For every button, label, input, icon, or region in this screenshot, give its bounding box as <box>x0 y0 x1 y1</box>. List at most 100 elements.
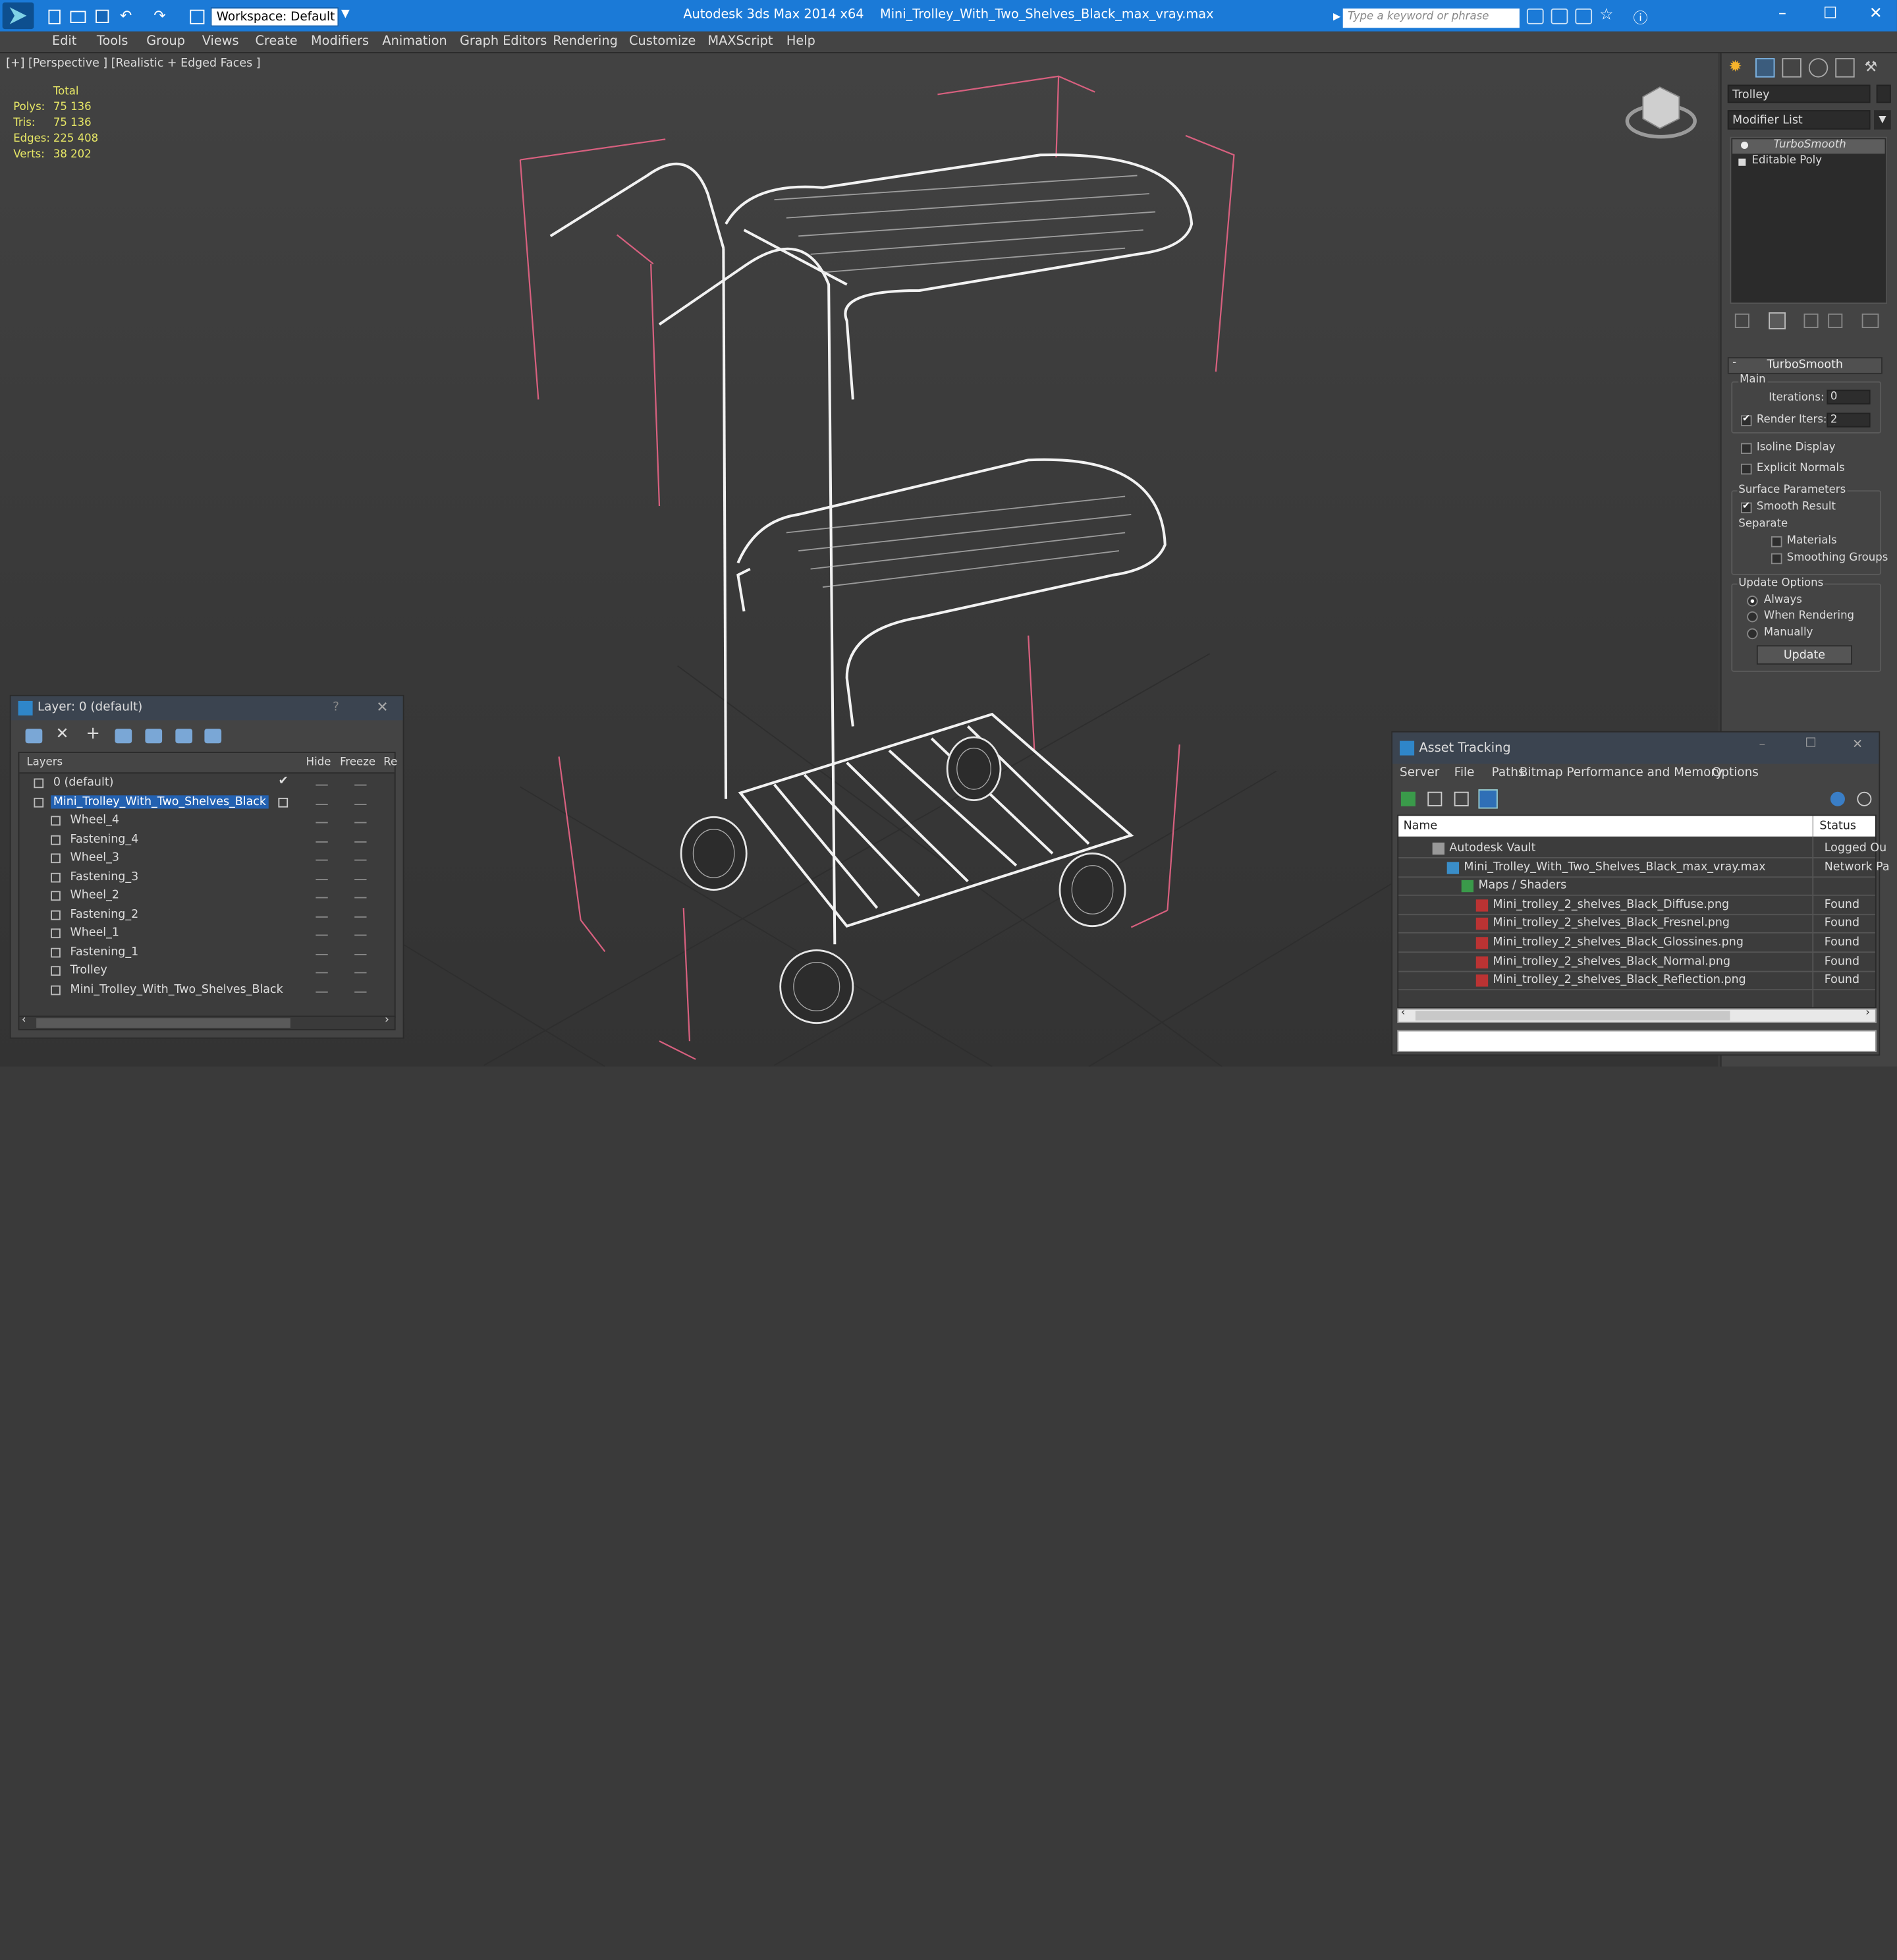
delete-layer-icon[interactable]: ✕ <box>55 725 69 744</box>
iterations-spinner[interactable]: 0 <box>1827 389 1871 405</box>
scroll-left-icon[interactable]: ‹ <box>22 1015 26 1026</box>
create-layer-icon[interactable] <box>25 729 43 744</box>
asset-list-icon[interactable] <box>1427 791 1443 806</box>
hierarchy-tab-icon[interactable] <box>1782 58 1801 78</box>
rollout-collapse-icon[interactable]: - <box>1732 357 1736 369</box>
menu-views[interactable]: Views <box>202 34 239 48</box>
asset-close-button[interactable]: ✕ <box>1852 737 1863 752</box>
manually-radio[interactable] <box>1747 628 1758 640</box>
show-end-result-icon[interactable] <box>1769 312 1786 329</box>
always-radio[interactable] <box>1747 596 1758 607</box>
asset-menu-server[interactable]: Server <box>1400 766 1439 779</box>
layer-help-button[interactable]: ? <box>333 701 339 714</box>
hide-toggle[interactable] <box>316 822 328 824</box>
asset-menu-file[interactable]: File <box>1454 766 1475 779</box>
key-icon[interactable] <box>1551 8 1568 24</box>
menu-help[interactable]: Help <box>786 34 815 48</box>
communication-icon[interactable] <box>1575 8 1593 24</box>
asset-row[interactable]: Mini_trolley_2_shelves_Black_Fresnel.png… <box>1398 916 1875 934</box>
freeze-toggle[interactable] <box>354 841 367 842</box>
hide-toggle[interactable] <box>316 784 328 786</box>
asset-maximize-button[interactable]: ☐ <box>1805 736 1816 750</box>
layer-row[interactable]: Fastening_2 <box>19 906 389 924</box>
col-freeze[interactable]: Freeze <box>340 756 375 768</box>
layer-scroll-thumb[interactable] <box>36 1018 290 1028</box>
hide-toggle[interactable] <box>316 841 328 842</box>
render-iters-spinner[interactable]: 2 <box>1827 412 1871 428</box>
stack-item-editable-poly[interactable]: Editable Poly <box>1732 155 1884 169</box>
binoculars-icon[interactable] <box>1526 8 1544 24</box>
col-hide[interactable]: Hide <box>306 756 331 768</box>
menu-animation[interactable]: Animation <box>382 34 447 48</box>
freeze-toggle[interactable] <box>354 897 367 899</box>
asset-row[interactable]: Autodesk Vault Logged Ou <box>1398 840 1886 858</box>
close-button[interactable]: ✕ <box>1869 5 1883 23</box>
object-name-field[interactable]: Trolley <box>1727 84 1871 103</box>
layer-scrollbar[interactable]: ‹ › <box>18 1015 396 1030</box>
asset-row[interactable]: Mini_trolley_2_shelves_Black_Reflection.… <box>1398 972 1875 991</box>
materials-checkbox[interactable] <box>1771 536 1782 547</box>
menu-tools[interactable]: Tools <box>97 34 128 48</box>
freeze-toggle[interactable] <box>354 916 367 917</box>
menu-modifiers[interactable]: Modifiers <box>311 34 369 48</box>
modifier-list-arrow-icon[interactable]: ▼ <box>1874 110 1891 130</box>
update-button[interactable]: Update <box>1756 645 1852 665</box>
asset-row[interactable]: Mini_trolley_2_shelves_Black_Normal.png F… <box>1398 953 1875 972</box>
search-arrow-icon[interactable]: ▶ <box>1333 11 1340 22</box>
asset-minimize-button[interactable]: – <box>1759 737 1766 752</box>
menu-rendering[interactable]: Rendering <box>553 34 617 48</box>
bulb-icon[interactable] <box>1741 141 1749 150</box>
search-input[interactable]: Type a keyword or phrase <box>1342 8 1520 28</box>
hide-all-icon[interactable] <box>175 729 193 744</box>
remove-modifier-icon[interactable] <box>1828 313 1843 328</box>
asset-row[interactable]: Mini_Trolley_With_Two_Shelves_Black_max_… <box>1398 859 1890 878</box>
layer-row[interactable]: Mini_Trolley_With_Two_Shelves_Black <box>19 793 389 812</box>
asset-grid-icon[interactable] <box>1478 789 1498 809</box>
asset-scrollbar[interactable]: ‹ › <box>1397 1007 1877 1023</box>
freeze-toggle[interactable] <box>354 934 367 936</box>
asset-path-field[interactable] <box>1397 1030 1877 1052</box>
explicit-normals-checkbox[interactable] <box>1741 463 1752 475</box>
hide-toggle[interactable] <box>316 803 328 805</box>
select-layer-icon[interactable] <box>115 729 132 744</box>
asset-window-header[interactable]: Asset Tracking – ☐ ✕ <box>1392 732 1879 764</box>
freeze-toggle[interactable] <box>354 803 367 805</box>
layer-row[interactable]: Fastening_3 <box>19 868 389 887</box>
current-layer-check-icon[interactable]: ✔ <box>278 775 288 788</box>
smooth-result-checkbox[interactable] <box>1741 500 1752 514</box>
pin-stack-icon[interactable] <box>1734 313 1749 328</box>
col-layers[interactable]: Layers <box>26 756 63 768</box>
layer-row[interactable]: Wheel_3 <box>19 850 389 868</box>
asset-row[interactable]: Mini_trolley_2_shelves_Black_Glossines.p… <box>1398 935 1875 953</box>
freeze-toggle[interactable] <box>354 859 367 861</box>
col-divider[interactable] <box>1812 816 1814 837</box>
asset-row[interactable]: Mini_trolley_2_shelves_Black_Diffuse.png… <box>1398 897 1875 915</box>
freeze-toggle[interactable] <box>354 972 367 974</box>
asset-settings-icon[interactable] <box>1857 791 1872 806</box>
col-name[interactable]: Name <box>1404 820 1437 833</box>
col-render[interactable]: Re <box>383 756 397 768</box>
freeze-toggle[interactable] <box>354 953 367 955</box>
layer-row[interactable]: Wheel_4 <box>19 812 389 831</box>
maximize-button[interactable]: ☐ <box>1823 5 1837 23</box>
asset-scroll-right-icon[interactable]: › <box>1865 1007 1870 1019</box>
freeze-toggle[interactable] <box>354 822 367 824</box>
modifier-list-dropdown[interactable]: Modifier List <box>1727 110 1871 130</box>
isoline-display-checkbox[interactable] <box>1741 443 1752 455</box>
make-unique-icon[interactable] <box>1803 313 1819 328</box>
object-color-swatch[interactable] <box>1876 84 1891 103</box>
scroll-right-icon[interactable]: › <box>385 1015 389 1026</box>
menu-maxscript[interactable]: MAXScript <box>707 34 773 48</box>
freeze-all-icon[interactable] <box>204 729 222 744</box>
menu-edit[interactable]: Edit <box>52 34 76 48</box>
layer-row[interactable]: Wheel_1 <box>19 925 389 943</box>
when-rendering-radio[interactable] <box>1747 611 1758 623</box>
hide-toggle[interactable] <box>316 972 328 974</box>
hide-toggle[interactable] <box>316 934 328 936</box>
select-objects-icon[interactable] <box>145 729 163 744</box>
utilities-tab-icon[interactable]: ⚒ <box>1864 58 1883 77</box>
layer-row[interactable]: Trolley <box>19 963 389 981</box>
layer-row[interactable]: Fastening_1 <box>19 943 389 962</box>
render-iters-checkbox[interactable] <box>1741 413 1752 426</box>
asset-refresh-icon[interactable] <box>1400 791 1416 806</box>
